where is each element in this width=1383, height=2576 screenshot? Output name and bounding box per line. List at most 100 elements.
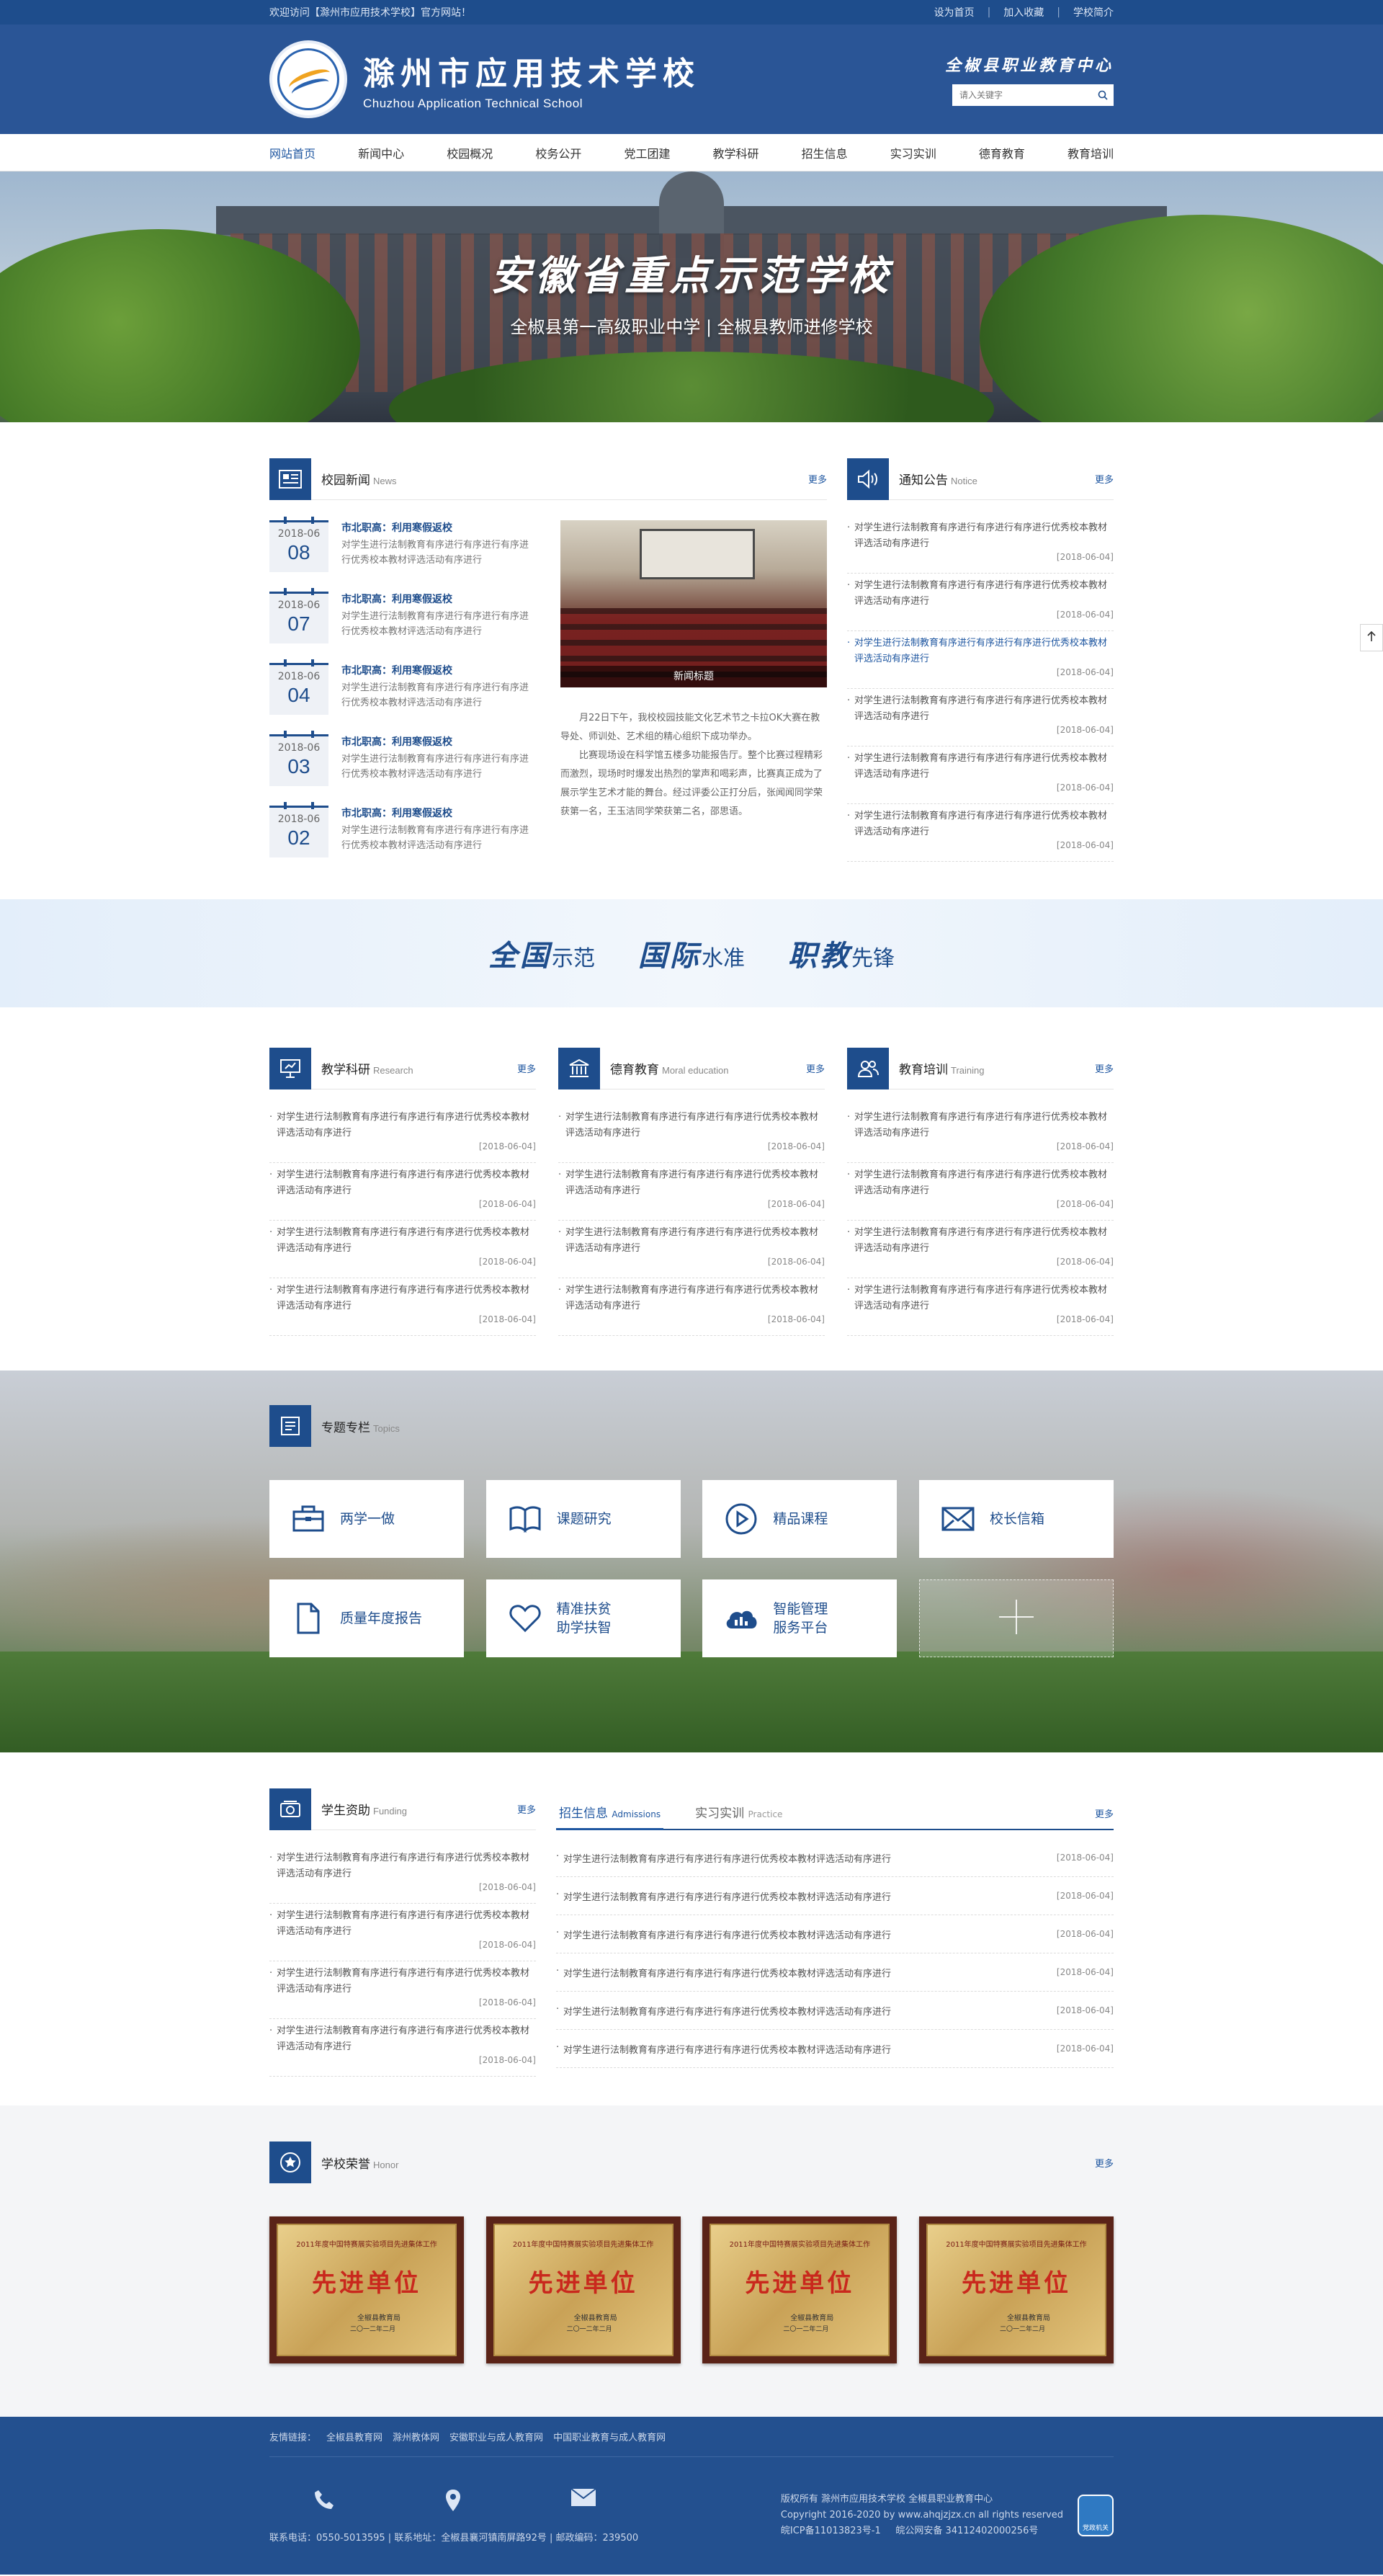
school-intro-link[interactable]: 学校简介	[1073, 5, 1114, 19]
table-row[interactable]: 对学生进行法制教育有序进行有序进行有序进行优秀校本教材评选活动有序进行[2018…	[556, 1915, 1114, 1953]
search-icon[interactable]	[1092, 84, 1114, 106]
hero-banner: 安徽省重点示范学校 全椒县第一高级职业中学 | 全椒县教师进修学校	[0, 171, 1383, 422]
funding-more-link[interactable]: 更多	[517, 1802, 536, 1816]
back-to-top-button[interactable]	[1360, 624, 1383, 651]
nav-affairs[interactable]: 校务公开	[535, 144, 581, 161]
list-item[interactable]: 对学生进行法制教育有序进行有序进行有序进行优秀校本教材评选活动有序进行[2018…	[269, 1961, 536, 2019]
topic-card[interactable]: 校长信箱	[918, 1480, 1114, 1558]
list-item[interactable]: 对学生进行法制教育有序进行有序进行有序进行优秀校本教材评选活动有序进行[2018…	[269, 1163, 536, 1221]
list-item[interactable]: 对学生进行法制教育有序进行有序进行有序进行优秀校本教材评选活动有序进行[2018…	[847, 689, 1114, 746]
nav-party[interactable]: 党工团建	[624, 144, 670, 161]
table-row[interactable]: 对学生进行法制教育有序进行有序进行有序进行优秀校本教材评选活动有序进行[2018…	[556, 1992, 1114, 2030]
nav-news[interactable]: 新闻中心	[358, 144, 404, 161]
briefcase-icon	[290, 1500, 327, 1538]
table-row[interactable]: 对学生进行法制教育有序进行有序进行有序进行优秀校本教材评选活动有序进行[2018…	[556, 1877, 1114, 1915]
moral-more-link[interactable]: 更多	[806, 1061, 825, 1075]
news-title[interactable]: 市北职高：利用寒假返校	[341, 520, 537, 535]
footer-link[interactable]: 中国职业教育与成人教育网	[553, 2430, 666, 2443]
list-item[interactable]: 对学生进行法制教育有序进行有序进行有序进行优秀校本教材评选活动有序进行[2018…	[269, 1278, 536, 1336]
table-row[interactable]: 对学生进行法制教育有序进行有序进行有序进行优秀校本教材评选活动有序进行[2018…	[556, 2030, 1114, 2068]
site-logo[interactable]: 滁州市应用技术学校 Chuzhou Application Technical …	[269, 40, 700, 118]
featured-news-image[interactable]: 新闻标题	[560, 520, 827, 687]
news-title[interactable]: 市北职高：利用寒假返校	[341, 734, 537, 749]
list-doc-icon	[269, 1405, 311, 1447]
funding-admissions-section: 学生资助Funding 更多 对学生进行法制教育有序进行有序进行有序进行优秀校本…	[0, 1752, 1383, 2105]
copyright-line: Copyright 2016-2020 by www.ahqjzjzx.cn a…	[780, 2510, 1063, 2521]
list-item[interactable]: 对学生进行法制教育有序进行有序进行有序进行优秀校本教材评选活动有序进行[2018…	[558, 1221, 825, 1278]
footer-link[interactable]: 滁州教体网	[393, 2430, 439, 2443]
list-item[interactable]: 对学生进行法制教育有序进行有序进行有序进行优秀校本教材评选活动有序进行[2018…	[269, 1221, 536, 1278]
honor-plaque[interactable]: 2011年度中国特赛展实验项目先进集体工作 先进单位 全椒县教育局 二〇一二年二月	[269, 2216, 464, 2363]
topic-card[interactable]: 两学一做	[269, 1480, 464, 1558]
research-more-link[interactable]: 更多	[517, 1061, 536, 1075]
add-favorite-link[interactable]: 加入收藏	[1003, 5, 1044, 19]
list-item[interactable]: 对学生进行法制教育有序进行有序进行有序进行优秀校本教材评选活动有序进行[2018…	[847, 574, 1114, 631]
topic-card[interactable]: 精准扶贫 助学扶智	[485, 1579, 681, 1657]
list-item[interactable]: 对学生进行法制教育有序进行有序进行有序进行优秀校本教材评选活动有序进行[2018…	[847, 516, 1114, 574]
list-item[interactable]: 对学生进行法制教育有序进行有序进行有序进行优秀校本教材评选活动有序进行[2018…	[847, 1278, 1114, 1336]
list-item[interactable]: 对学生进行法制教育有序进行有序进行有序进行优秀校本教材评选活动有序进行[2018…	[558, 1278, 825, 1336]
topic-card[interactable]: 课题研究	[485, 1480, 681, 1558]
tab-practice[interactable]: 实习实训 Practice	[692, 1803, 785, 1829]
footer-link[interactable]: 全椒县教育网	[326, 2430, 382, 2443]
list-item[interactable]: 对学生进行法制教育有序进行有序进行有序进行优秀校本教材评选活动有序进行[2018…	[269, 2019, 536, 2077]
news-title[interactable]: 市北职高：利用寒假返校	[341, 663, 537, 677]
list-item[interactable]: 2018-06 02 市北职高：利用寒假返校 对学生进行法制教育有序进行有序进行有序…	[269, 802, 537, 877]
honor-more-link[interactable]: 更多	[1095, 2156, 1114, 2170]
table-row[interactable]: 对学生进行法制教育有序进行有序进行有序进行优秀校本教材评选活动有序进行[2018…	[556, 1953, 1114, 1992]
book-icon	[506, 1500, 544, 1538]
training-more-link[interactable]: 更多	[1095, 1061, 1114, 1075]
list-item[interactable]: 对学生进行法制教育有序进行有序进行有序进行优秀校本教材评选活动有序进行[2018…	[269, 1846, 536, 1904]
list-item[interactable]: 对学生进行法制教育有序进行有序进行有序进行优秀校本教材评选活动有序进行[2018…	[847, 1221, 1114, 1278]
topic-card[interactable]: 智能管理 服务平台	[702, 1579, 898, 1657]
topics-section: 专题专栏 Topics 两学一做 课题研究 精品课程 校长信箱 质量年度报告 精…	[0, 1371, 1383, 1752]
tab-admissions[interactable]: 招生信息 Admissions	[556, 1803, 664, 1830]
honor-plaque[interactable]: 2011年度中国特赛展实验项目先进集体工作 先进单位 全椒县教育局 二〇一二年二月	[485, 2216, 681, 2363]
list-item[interactable]: 对学生进行法制教育有序进行有序进行有序进行优秀校本教材评选活动有序进行[2018…	[269, 1105, 536, 1163]
topic-label: 智能管理 服务平台	[773, 1601, 828, 1636]
image-caption: 新闻标题	[560, 666, 827, 687]
list-item[interactable]: 2018-06 08 市北职高：利用寒假返校 对学生进行法制教育有序进行有序进行有序…	[269, 517, 537, 592]
search-input[interactable]	[952, 84, 1092, 106]
set-homepage-link[interactable]: 设为首页	[934, 5, 975, 19]
institution-icon	[558, 1047, 600, 1089]
list-item[interactable]: 对学生进行法制教育有序进行有序进行有序进行优秀校本教材评选活动有序进行[2018…	[269, 1904, 536, 1961]
admissions-more-link[interactable]: 更多	[1095, 1806, 1114, 1829]
list-item[interactable]: 对学生进行法制教育有序进行有序进行有序进行优秀校本教材评选活动有序进行[2018…	[847, 1163, 1114, 1221]
table-row[interactable]: 对学生进行法制教育有序进行有序进行有序进行优秀校本教材评选活动有序进行[2018…	[556, 1839, 1114, 1877]
list-item[interactable]: 对学生进行法制教育有序进行有序进行有序进行优秀校本教材评选活动有序进行[2018…	[847, 631, 1114, 689]
footer: 友情链接： 全椒县教育网 滁州教体网 安徽职业与成人教育网 中国职业教育与成人教…	[0, 2417, 1383, 2575]
nav-overview[interactable]: 校园概况	[447, 144, 493, 161]
date-badge: 2018-06 04	[269, 659, 328, 715]
topic-label: 精准扶贫 助学扶智	[556, 1601, 612, 1636]
nav-admissions[interactable]: 招生信息	[802, 144, 848, 161]
search-box	[952, 84, 1114, 106]
list-item[interactable]: 对学生进行法制教育有序进行有序进行有序进行优秀校本教材评选活动有序进行[2018…	[558, 1163, 825, 1221]
honor-plaque[interactable]: 2011年度中国特赛展实验项目先进集体工作 先进单位 全椒县教育局 二〇一二年二月	[918, 2216, 1114, 2363]
footer-link[interactable]: 安徽职业与成人教育网	[449, 2430, 543, 2443]
topic-card[interactable]: 精品课程	[702, 1480, 898, 1558]
friend-links: 友情链接： 全椒县教育网 滁州教体网 安徽职业与成人教育网 中国职业教育与成人教…	[269, 2417, 1114, 2457]
list-item[interactable]: 对学生进行法制教育有序进行有序进行有序进行优秀校本教材评选活动有序进行[2018…	[558, 1105, 825, 1163]
list-item[interactable]: 对学生进行法制教育有序进行有序进行有序进行优秀校本教材评选活动有序进行[2018…	[847, 1105, 1114, 1163]
news-title[interactable]: 市北职高：利用寒假返校	[341, 806, 537, 820]
nav-research[interactable]: 教学科研	[713, 144, 759, 161]
list-item[interactable]: 2018-06 04 市北职高：利用寒假返校 对学生进行法制教育有序进行有序进行有序…	[269, 659, 537, 734]
list-item[interactable]: 2018-06 03 市北职高：利用寒假返校 对学生进行法制教育有序进行有序进行有序…	[269, 731, 537, 806]
list-item[interactable]: 对学生进行法制教育有序进行有序进行有序进行优秀校本教材评选活动有序进行[2018…	[847, 746, 1114, 804]
arrow-up-icon	[1366, 630, 1377, 645]
nav-training[interactable]: 教育培训	[1068, 144, 1114, 161]
nav-moral[interactable]: 德育教育	[979, 144, 1025, 161]
gov-badge[interactable]: 党政机关	[1078, 2495, 1114, 2536]
notice-more-link[interactable]: 更多	[1095, 472, 1114, 486]
document-icon	[290, 1600, 327, 1637]
nav-home[interactable]: 网站首页	[269, 144, 315, 161]
honor-plaque[interactable]: 2011年度中国特赛展实验项目先进集体工作 先进单位 全椒县教育局 二〇一二年二月	[702, 2216, 898, 2363]
news-title[interactable]: 市北职高：利用寒假返校	[341, 592, 537, 606]
main-nav: 网站首页 新闻中心 校园概况 校务公开 党工团建 教学科研 招生信息 实习实训 …	[0, 134, 1383, 171]
news-more-link[interactable]: 更多	[808, 472, 827, 486]
nav-practice[interactable]: 实习实训	[890, 144, 936, 161]
list-item[interactable]: 对学生进行法制教育有序进行有序进行有序进行优秀校本教材评选活动有序进行[2018…	[847, 804, 1114, 862]
topic-card[interactable]: 质量年度报告	[269, 1579, 464, 1657]
list-item[interactable]: 2018-06 07 市北职高：利用寒假返校 对学生进行法制教育有序进行有序进行有序…	[269, 588, 537, 663]
